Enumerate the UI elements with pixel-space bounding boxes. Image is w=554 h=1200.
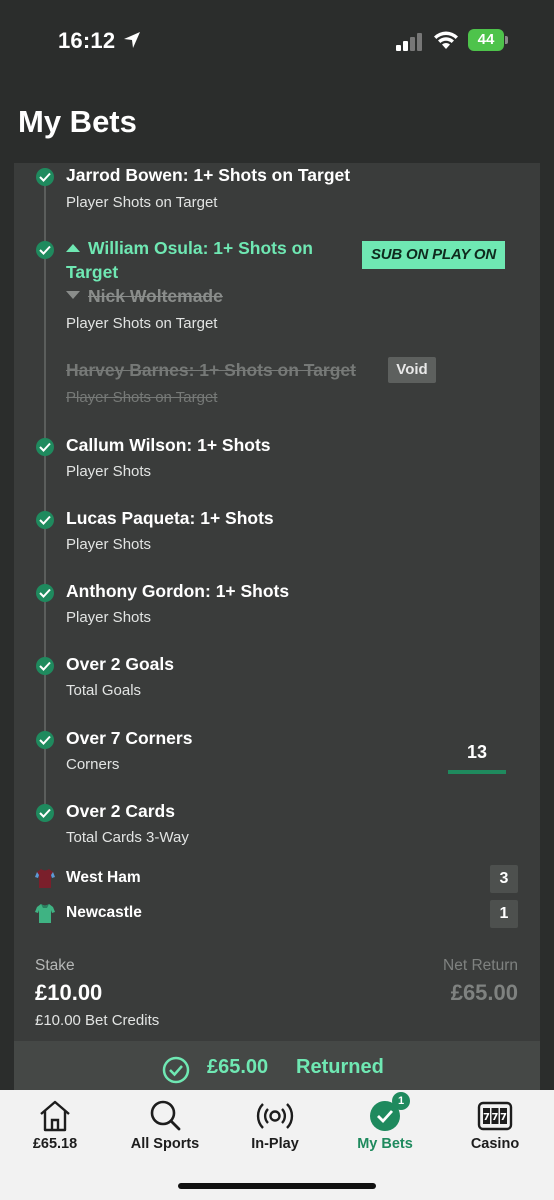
leg-title: Lucas Paqueta: 1+ Shots <box>66 508 274 528</box>
tab-label: £65.18 <box>32 1136 78 1152</box>
tab-label: My Bets <box>357 1136 413 1152</box>
team-row-away: Newcastle 1 <box>14 900 540 928</box>
timeline-line <box>44 177 46 817</box>
wifi-icon <box>434 31 458 49</box>
bet-credits: £10.00 Bet Credits <box>35 1012 160 1029</box>
tab-home[interactable]: £65.18 <box>0 1090 110 1170</box>
leg-market: Player Shots <box>66 463 152 480</box>
leg-won-check-icon <box>36 731 54 749</box>
leg-title-continued: Target <box>66 262 119 282</box>
void-badge: Void <box>388 357 436 383</box>
team-name: West Ham <box>66 869 141 886</box>
battery-icon: 44 <box>468 29 508 51</box>
home-indicator <box>178 1183 376 1189</box>
leg-market: Total Cards 3-Way <box>66 829 189 846</box>
leg-market: Player Shots <box>66 536 152 553</box>
tab-in-play[interactable]: In-Play <box>220 1090 330 1170</box>
page-title: My Bets <box>18 104 137 139</box>
tab-label: In-Play <box>251 1136 299 1152</box>
leg-market: Corners <box>66 756 120 773</box>
tab-all-sports[interactable]: All Sports <box>110 1090 220 1170</box>
leg-title: Harvey Barnes: 1+ Shots on Target <box>66 360 356 380</box>
returned-status-bar: £65.00 Returned <box>14 1041 540 1090</box>
corner-count: 13 <box>466 742 488 762</box>
tab-my-bets[interactable]: 1 My Bets <box>330 1090 440 1170</box>
battery-level: 44 <box>468 29 504 51</box>
stake-label: Stake <box>35 957 75 974</box>
home-icon <box>40 1100 70 1132</box>
leg-title: Anthony Gordon: 1+ Shots <box>66 581 290 601</box>
search-icon <box>150 1100 181 1131</box>
leg-market: Player Shots on Target <box>66 389 218 406</box>
leg-market: Player Shots on Target <box>66 315 218 332</box>
live-icon <box>256 1103 294 1129</box>
leg-title: Over 2 Cards <box>66 801 175 821</box>
tab-label: Casino <box>470 1136 520 1152</box>
leg-won-check-icon <box>36 438 54 456</box>
team-score: 3 <box>490 865 518 893</box>
leg-title: Callum Wilson: 1+ Shots <box>66 435 271 455</box>
slot-machine-icon: 7 7 7 <box>477 1101 513 1131</box>
leg-title: Jarrod Bowen: 1+ Shots on Target <box>66 165 351 185</box>
svg-text:7: 7 <box>500 1112 507 1123</box>
sub-on-play-on-badge: SUB ON PLAY ON <box>362 241 505 269</box>
status-bar: 16:12 44 <box>0 0 554 84</box>
svg-text:7: 7 <box>483 1112 490 1123</box>
leg-title: Over 2 Goals <box>66 654 174 674</box>
team-row-home: West Ham 3 <box>14 865 540 893</box>
sub-off-arrow-icon <box>66 291 80 299</box>
west-ham-shirt-icon <box>35 869 55 888</box>
team-name: Newcastle <box>66 904 142 921</box>
leg-won-check-icon <box>36 511 54 529</box>
leg-market: Total Goals <box>66 682 142 699</box>
returned-check-icon <box>162 1056 190 1084</box>
team-score: 1 <box>490 900 518 928</box>
net-return-value: £65.00 <box>450 980 518 1005</box>
bet-card[interactable]: Jarrod Bowen: 1+ Shots on Target Player … <box>14 163 540 1090</box>
cellular-signal-icon <box>396 33 422 51</box>
location-arrow-icon <box>124 32 140 48</box>
leg-won-check-icon <box>36 804 54 822</box>
leg-market: Player Shots <box>66 609 152 626</box>
net-return-label: Net Return <box>443 957 518 974</box>
leg-won-check-icon <box>36 168 54 186</box>
leg-replaced-player: Nick Woltemade <box>66 286 223 307</box>
leg-title: Over 7 Corners <box>66 728 193 748</box>
tab-casino[interactable]: 7 7 7 Casino <box>440 1090 550 1170</box>
leg-won-check-icon <box>36 241 54 259</box>
returned-label: Returned <box>296 1056 384 1078</box>
sub-on-arrow-icon <box>66 244 80 252</box>
returned-amount: £65.00 <box>207 1056 269 1078</box>
corner-progress-bar <box>448 770 506 774</box>
leg-title-sub-on: William Osula: 1+ Shots on <box>66 238 313 259</box>
leg-won-check-icon <box>36 657 54 675</box>
svg-text:7: 7 <box>492 1112 499 1123</box>
leg-market: Player Shots on Target <box>66 194 218 211</box>
stake-value: £10.00 <box>35 980 103 1005</box>
my-bets-count-badge: 1 <box>392 1092 410 1110</box>
status-time: 16:12 <box>58 28 116 53</box>
newcastle-shirt-icon <box>35 904 55 923</box>
leg-won-check-icon <box>36 584 54 602</box>
tab-label: All Sports <box>130 1136 200 1152</box>
